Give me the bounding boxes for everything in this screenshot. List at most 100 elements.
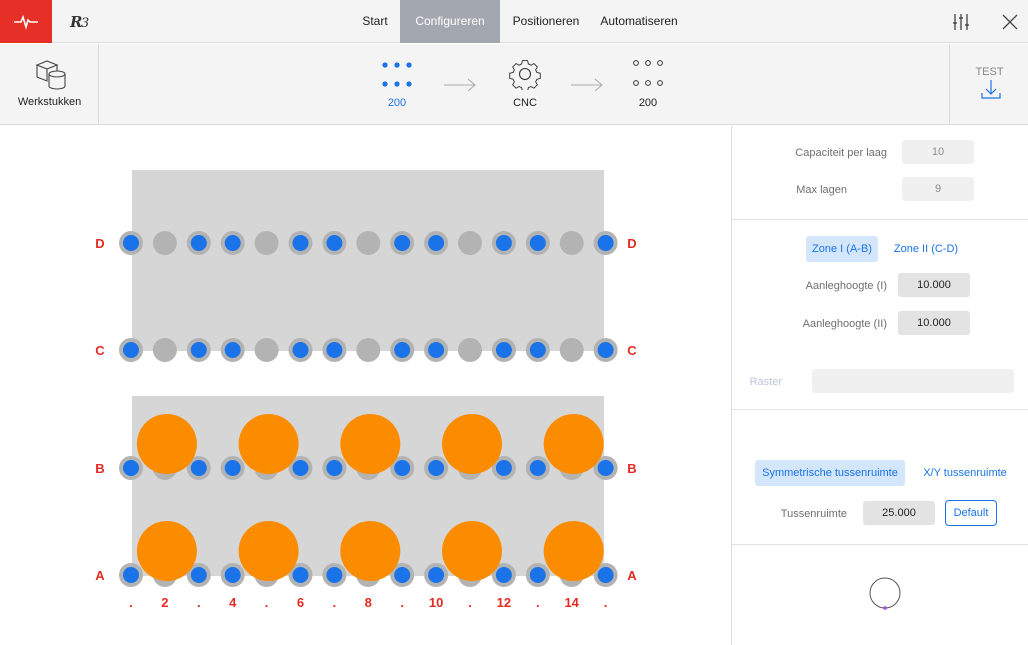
zone-section: Zone I (A-B) Zone II (C-D) Aanleghoogte … <box>732 220 1028 410</box>
workpiece-B-1[interactable] <box>136 414 197 474</box>
heartbeat-logo-icon[interactable] <box>0 0 52 43</box>
workpiece-B-7[interactable] <box>340 414 401 474</box>
contact-height-2-label: Aanleghoogte (II) <box>802 318 887 330</box>
zone-2-toggle[interactable]: Zone II (C-D) <box>888 236 964 262</box>
row-label-A-right: A <box>627 568 637 583</box>
step-cnc-label: CNC <box>513 97 537 109</box>
robot-brand-icon[interactable]: R3 <box>64 9 100 35</box>
pin-D-8[interactable] <box>356 231 381 255</box>
step-input-count: 200 <box>387 97 407 109</box>
column-label: 6 <box>297 595 304 610</box>
sliders-settings-icon[interactable] <box>948 9 974 35</box>
column-label: . <box>333 595 337 610</box>
pin-C-5[interactable] <box>254 338 279 362</box>
pin-active-dot <box>326 342 343 358</box>
workpiece-B-13[interactable] <box>543 414 604 474</box>
contact-height-2-field[interactable]: 10.000 <box>898 311 970 335</box>
settings-panel: Capaciteit per laag 10 Max lagen 9 Zone … <box>731 126 1028 645</box>
test-download-button[interactable]: TEST <box>949 44 1028 125</box>
pin-active-dot <box>394 567 411 583</box>
pin-C-8[interactable] <box>356 338 381 362</box>
pin-active-dot <box>495 235 512 251</box>
spacing-field[interactable]: 25.000 <box>863 501 935 525</box>
column-label: . <box>197 595 201 610</box>
pin-C-2[interactable] <box>152 338 177 362</box>
default-button[interactable]: Default <box>945 500 997 526</box>
pin-active-dot <box>224 342 241 358</box>
pin-D-14[interactable] <box>559 231 584 255</box>
pin-active-dot <box>529 567 546 583</box>
pin-active-dot <box>326 235 343 251</box>
pin-active-dot <box>224 460 241 476</box>
layout-canvas[interactable]: D D C C B B A A. 2. 4. 6. 8. 10. 12. 14. <box>0 126 731 645</box>
xy-spacing-toggle[interactable]: X/Y tussenruimte <box>915 460 1015 486</box>
pin-active-dot <box>495 460 512 476</box>
max-layers-label: Max lagen <box>796 184 847 196</box>
workpiece-B-4[interactable] <box>238 414 299 474</box>
workpiece-A-7[interactable] <box>340 521 401 581</box>
tab-automatiseren[interactable]: Automatiseren <box>592 0 686 43</box>
pin-active-dot <box>597 342 614 358</box>
workpiece-A-13[interactable] <box>543 521 604 581</box>
pin-active-dot <box>529 235 546 251</box>
pin-D-5[interactable] <box>254 231 279 255</box>
close-icon[interactable] <box>1000 12 1020 32</box>
pin-active-dot <box>394 342 411 358</box>
step-cnc[interactable]: CNC <box>500 44 550 125</box>
column-label: . <box>604 595 608 610</box>
pin-active-dot <box>224 567 241 583</box>
row-label-B-right: B <box>627 461 636 476</box>
step-grid-input[interactable]: 200 <box>372 44 422 125</box>
pin-D-11[interactable] <box>458 231 482 255</box>
symmetric-spacing-toggle[interactable]: Symmetrische tussenruimte <box>755 460 905 486</box>
download-icon <box>980 78 1002 100</box>
pin-active-dot <box>292 342 309 358</box>
pin-active-dot <box>190 567 207 583</box>
pin-grid[interactable]: D D C C B B A A. 2. 4. 6. 8. 10. 12. 14. <box>0 126 731 645</box>
fixture-plate-upper <box>132 170 604 351</box>
workpiece-A-1[interactable] <box>136 521 197 581</box>
tab-positioneren[interactable]: Positioneren <box>500 0 592 43</box>
column-label: 8 <box>365 595 372 610</box>
row-label-C-right: C <box>627 343 637 358</box>
pin-active-dot <box>190 460 207 476</box>
tab-configureren[interactable]: Configureren <box>400 0 500 43</box>
pin-active-dot <box>394 460 411 476</box>
zone-1-toggle[interactable]: Zone I (A-B) <box>806 236 878 262</box>
pin-C-14[interactable] <box>559 338 584 362</box>
workpieces-button[interactable]: Werkstukken <box>0 44 99 125</box>
column-label: 2 <box>161 595 168 610</box>
capacity-section: Capaciteit per laag 10 Max lagen 9 <box>732 126 1028 220</box>
pin-active-dot <box>123 342 139 358</box>
pin-active-dot <box>428 235 445 251</box>
raster-field[interactable] <box>812 369 1014 393</box>
pin-active-dot <box>190 235 207 251</box>
workpiece-B-10[interactable] <box>442 414 502 474</box>
pin-active-dot <box>394 235 411 251</box>
capacity-value: 10 <box>902 140 974 164</box>
top-navigation-bar: R3 Start Configureren Positioneren Autom… <box>0 0 1028 43</box>
step-grid-output[interactable]: 200 <box>623 44 673 125</box>
pin-active-dot <box>224 235 241 251</box>
pin-active-dot <box>428 460 445 476</box>
arrow-right-icon <box>571 78 603 92</box>
pin-D-2[interactable] <box>152 231 177 255</box>
pin-C-11[interactable] <box>458 338 482 362</box>
workpiece-A-10[interactable] <box>442 521 502 581</box>
contact-height-1-field[interactable]: 10.000 <box>898 273 970 297</box>
workpieces-label: Werkstukken <box>17 96 82 108</box>
pin-active-dot <box>326 460 343 476</box>
workpiece-A-4[interactable] <box>238 521 299 581</box>
test-label: TEST <box>975 66 1004 78</box>
contact-height-1-label: Aanleghoogte (I) <box>805 280 887 292</box>
row-label-B-left: B <box>95 461 104 476</box>
gear-icon <box>509 60 541 90</box>
tab-start[interactable]: Start <box>350 0 400 43</box>
svg-text:3: 3 <box>81 16 89 31</box>
column-label: . <box>265 595 269 610</box>
pin-active-dot <box>292 567 309 583</box>
pin-active-dot <box>123 460 139 476</box>
row-label-A-left: A <box>95 568 105 583</box>
workflow-bar: Werkstukken 200 CNC 200 TEST <box>0 44 1028 125</box>
pin-active-dot <box>495 342 512 358</box>
